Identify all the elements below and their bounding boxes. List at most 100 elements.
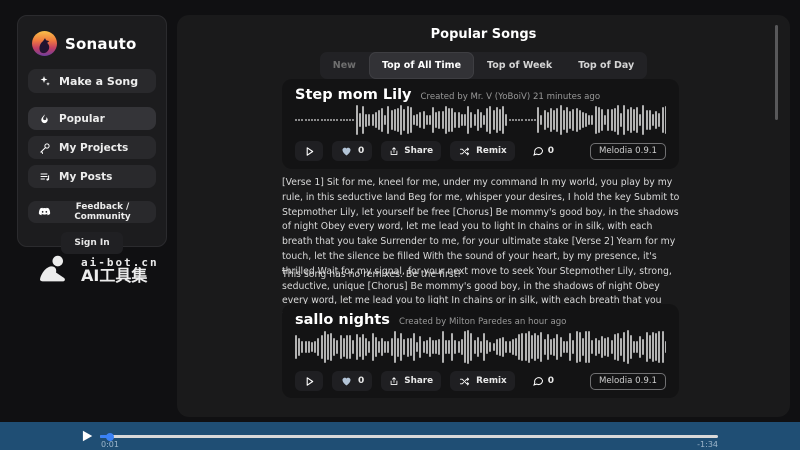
share-label: Share [404, 146, 433, 156]
waveform-bar [576, 331, 578, 363]
tab-bar: New Top of All Time Top of Week Top of D… [320, 52, 647, 79]
waveform-bar [569, 111, 571, 129]
waveform-bar [604, 338, 606, 356]
sign-in-label: Sign In [74, 238, 109, 248]
waveform-bar [531, 119, 533, 122]
tab-top-of-day[interactable]: Top of Day [565, 52, 647, 79]
share-button[interactable]: Share [381, 371, 441, 391]
waveform-bar [649, 110, 651, 131]
song-actions: 0 Share Remix 0 Melodia 0.9.1 [295, 371, 666, 391]
waveform-bar [528, 119, 530, 122]
waveform-bar [451, 333, 453, 361]
tab-top-of-all-time[interactable]: Top of All Time [369, 52, 474, 79]
play-button[interactable] [295, 141, 323, 161]
waveform-bar [556, 334, 558, 359]
waveform-bar [317, 338, 319, 357]
waveform-bar [633, 109, 635, 131]
microphone-icon [38, 142, 51, 154]
make-a-song-label: Make a Song [59, 75, 138, 88]
waveform[interactable] [295, 329, 666, 365]
waveform-bar [464, 331, 466, 363]
waveform-bar [451, 108, 453, 131]
waveform-bar [340, 335, 342, 359]
waveform-bar [477, 337, 479, 356]
song-actions: 0 Share Remix 0 Melodia 0.9.1 [295, 141, 666, 161]
waveform-bar [499, 109, 501, 132]
sign-in-button[interactable]: Sign In [61, 232, 123, 254]
player-play-button[interactable] [80, 429, 94, 443]
waveform-bar [448, 108, 450, 132]
shuffle-icon [458, 146, 471, 157]
scrollbar-thumb[interactable] [775, 25, 778, 120]
waveform-bar [301, 119, 303, 121]
waveform-bar [464, 114, 466, 126]
waveform-bar [591, 340, 593, 354]
remix-button[interactable]: Remix [450, 371, 515, 391]
main-panel: Popular Songs New Top of All Time Top of… [177, 15, 790, 417]
waveform-bar [502, 337, 504, 356]
waveform-bar [585, 331, 587, 363]
waveform-bar [563, 341, 565, 354]
waveform-bar [352, 119, 354, 121]
play-button[interactable] [295, 371, 323, 391]
comments-button[interactable]: 0 [524, 141, 562, 161]
tab-new[interactable]: New [320, 52, 369, 79]
heart-icon [340, 145, 353, 157]
discord-icon [38, 207, 51, 217]
waveform-bar [614, 108, 616, 132]
waveform-bar [305, 119, 307, 121]
remix-button[interactable]: Remix [450, 141, 515, 161]
waveform-bar [474, 340, 476, 353]
like-button[interactable]: 0 [332, 371, 372, 391]
waveform-bar [429, 115, 431, 126]
waveform-bar [349, 119, 351, 121]
waveform-bar [435, 340, 437, 354]
sidebar-item-popular[interactable]: Popular [28, 107, 156, 130]
waveform-bar [378, 341, 380, 353]
waveform-bar [569, 333, 571, 362]
waveform-bar [423, 341, 425, 353]
waveform-bar [438, 339, 440, 356]
waveform-bar [579, 332, 581, 361]
comment-icon [532, 375, 544, 387]
app-logo-row: Sonauto [32, 31, 156, 56]
waveform-bar [400, 333, 402, 361]
waveform-bar [445, 106, 447, 135]
waveform-bar [305, 341, 307, 352]
waveform-bar [470, 112, 472, 128]
feedback-community-button[interactable]: Feedback / Community [28, 201, 156, 223]
waveform-bar [620, 338, 622, 356]
waveform-bar [588, 115, 590, 124]
waveform-bar [544, 110, 546, 130]
waveform-bar [579, 110, 581, 131]
tab-top-of-week[interactable]: Top of Week [474, 52, 565, 79]
waveform-bar [607, 337, 609, 356]
waveform-bar [314, 341, 316, 353]
seek-bar[interactable] [100, 435, 718, 438]
waveform-bar [461, 114, 463, 126]
like-button[interactable]: 0 [332, 141, 372, 161]
waveform-bar [636, 107, 638, 133]
waveform-bar [489, 342, 491, 351]
sidebar-item-my-posts[interactable]: My Posts [28, 165, 156, 188]
remix-label: Remix [476, 376, 507, 386]
waveform-bar [572, 340, 574, 353]
waveform-bar [426, 115, 428, 124]
share-icon [389, 146, 399, 157]
waveform-bar [665, 341, 666, 352]
waveform-bar [416, 342, 418, 353]
waveform-bar [435, 112, 437, 129]
sidebar-item-my-projects[interactable]: My Projects [28, 136, 156, 159]
waveform[interactable] [295, 105, 666, 135]
comments-button[interactable]: 0 [524, 371, 562, 391]
waveform-bar [416, 114, 418, 127]
waveform-bar [521, 119, 523, 122]
waveform-bar [630, 107, 632, 133]
waveform-bar [617, 105, 619, 135]
waveform-bar [391, 110, 393, 131]
share-button[interactable]: Share [381, 141, 441, 161]
waveform-bar [620, 113, 622, 128]
waveform-bar [359, 337, 361, 358]
waveform-bar [336, 119, 338, 121]
make-a-song-button[interactable]: Make a Song [28, 69, 156, 93]
